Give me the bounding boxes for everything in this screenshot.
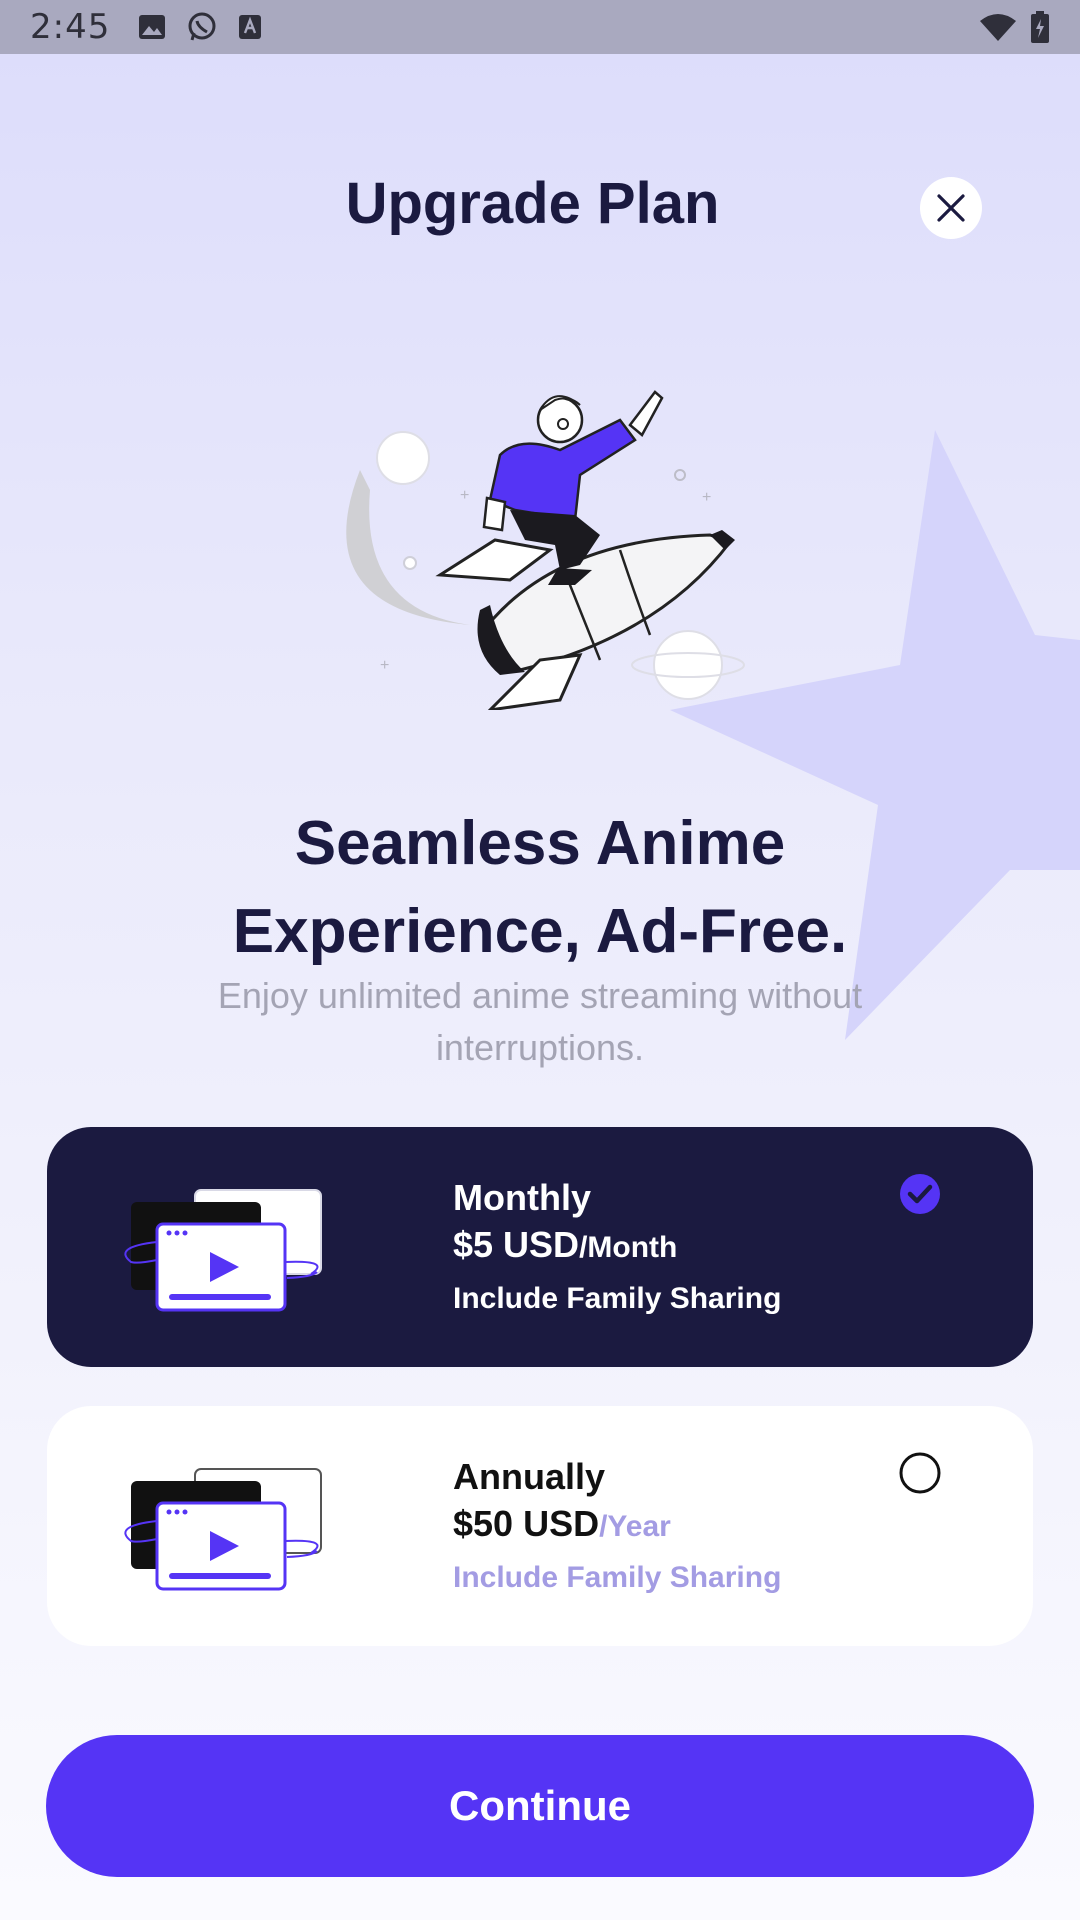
radio-empty-icon[interactable] — [899, 1452, 941, 1494]
plan-feature: Include Family Sharing — [453, 1561, 782, 1594]
rocket-rider-illustration: + + + — [346, 390, 745, 710]
status-bar: 2:45 — [0, 0, 1080, 54]
plan-price-line: $50 USD/Year — [453, 1500, 781, 1556]
close-icon — [937, 194, 965, 222]
font-icon — [238, 14, 262, 40]
plan-text-annually: Annually $50 USD/Year Include Family Sha… — [453, 1454, 781, 1600]
headline-line-2: Experience, Ad-Free. — [232, 897, 848, 966]
status-icons-left — [138, 11, 262, 43]
status-time: 2:45 — [30, 7, 111, 47]
plan-price: $5 USD — [453, 1224, 580, 1265]
check-circle-icon[interactable] — [899, 1173, 941, 1215]
headline-line-1: Seamless Anime — [294, 809, 786, 878]
svg-text:+: + — [702, 489, 711, 506]
plan-price: $50 USD — [453, 1503, 600, 1544]
headline: Seamless Anime Experience, Ad-Free. — [90, 800, 990, 976]
close-button[interactable] — [920, 177, 982, 239]
whatsapp-icon — [186, 11, 218, 43]
status-icons-right — [980, 11, 1050, 43]
video-player-icon — [124, 1468, 322, 1591]
video-player-icon — [124, 1189, 322, 1312]
image-icon — [138, 14, 166, 40]
plan-period: /Month — [579, 1231, 678, 1264]
battery-icon — [1030, 11, 1050, 43]
plan-name: Monthly — [453, 1177, 591, 1218]
plan-card-annually[interactable]: Annually $50 USD/Year Include Family Sha… — [47, 1406, 1033, 1646]
page-title: Upgrade Plan — [345, 171, 720, 236]
subheadline: Enjoy unlimited anime streaming without … — [140, 970, 940, 1074]
continue-button[interactable]: Continue — [46, 1735, 1034, 1877]
plan-text-monthly: Monthly $5 USD/Month Include Family Shar… — [453, 1175, 781, 1321]
plan-period: /Year — [599, 1510, 671, 1543]
subheadline-line-1: Enjoy unlimited anime streaming without — [217, 975, 863, 1016]
plan-card-monthly[interactable]: Monthly $5 USD/Month Include Family Shar… — [47, 1127, 1033, 1367]
plan-feature: Include Family Sharing — [453, 1282, 782, 1315]
subheadline-line-2: interruptions. — [435, 1027, 645, 1068]
svg-text:+: + — [460, 487, 469, 504]
wifi-icon — [980, 13, 1016, 41]
plan-name: Annually — [453, 1456, 606, 1497]
plan-price-line: $5 USD/Month — [453, 1221, 781, 1277]
svg-text:+: + — [380, 657, 389, 674]
